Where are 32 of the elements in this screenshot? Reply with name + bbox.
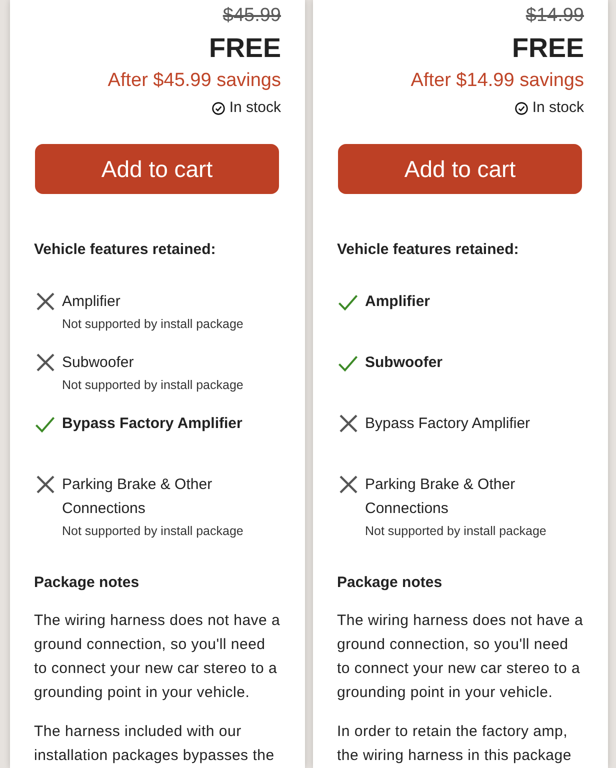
note-paragraph: The harness included with our installation packages bypasses the (34, 722, 276, 766)
savings-text: After $45.99 savings (108, 69, 281, 93)
stock-status: In stock (229, 98, 281, 118)
feature-note: Not supported by install package (62, 377, 244, 394)
stock-status: In stock (532, 98, 584, 118)
notes-heading: Package notes (337, 573, 444, 593)
note-paragraph: In order to retain the factory amp, the wiring harness in this package (337, 722, 572, 766)
feature-name: Parking Brake & Other Connections (365, 475, 516, 519)
savings-text: After $14.99 savings (410, 69, 584, 93)
feature-name: Amplifier (365, 292, 432, 312)
check-circle-icon (212, 102, 226, 114)
notes-heading: Package notes (34, 573, 140, 593)
add-to-cart-button[interactable]: Add to cart (338, 144, 582, 194)
note-paragraph: The wiring harness does not have a ground connection, so you'll need to connect your new car stereo to a grounding point in your vehicle. (34, 611, 281, 703)
original-price: $45.99 (222, 4, 281, 28)
original-price: $14.99 (526, 4, 584, 28)
feature-name: Bypass Factory Amplifier (365, 414, 532, 434)
note-paragraph: The wiring harness does not have a ground connection, so you'll need to connect your new car stereo to a grounding point in your vehicle. (337, 611, 584, 703)
check-circle-icon (515, 102, 528, 114)
features-heading: Vehicle features retained: (337, 240, 520, 260)
feature-name: Parking Brake & Other Connections (62, 475, 214, 519)
feature-note: Not supported by install package (365, 523, 548, 540)
add-to-cart-button[interactable]: Add to cart (35, 144, 279, 194)
feature-note: Not supported by install package (62, 523, 244, 540)
features-heading: Vehicle features retained: (34, 240, 217, 260)
price-text: FREE (512, 33, 584, 63)
feature-name: Subwoofer (365, 353, 444, 373)
feature-name: Amplifier (62, 292, 122, 312)
feature-name: Bypass Factory Amplifier (62, 414, 244, 434)
feature-note: Not supported by install package (62, 316, 244, 333)
price-text: FREE (208, 33, 281, 63)
feature-name: Subwoofer (62, 353, 135, 373)
